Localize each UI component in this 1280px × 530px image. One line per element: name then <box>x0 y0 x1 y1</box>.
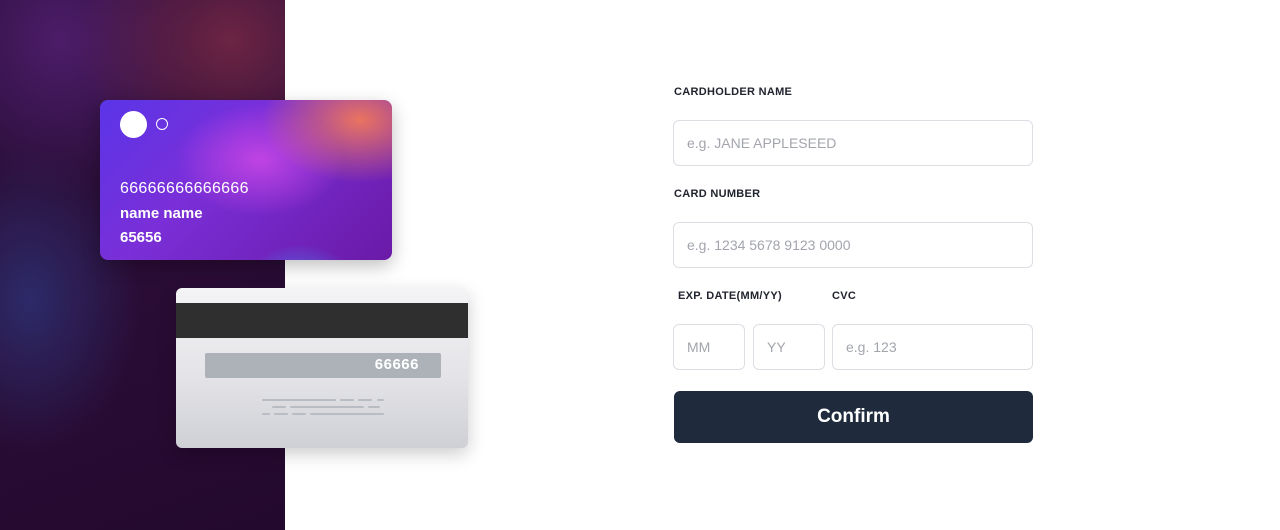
card-logo-large-circle-icon <box>120 111 147 138</box>
card-number-input[interactable] <box>673 222 1033 268</box>
card-expiry-display: 65656 <box>120 229 162 246</box>
card-logo-small-circle-icon <box>156 118 168 130</box>
cvc-input[interactable] <box>832 324 1033 370</box>
exp-date-label: EXP. DATE(MM/YY) <box>678 290 783 302</box>
card-back: 66666 <box>176 288 468 448</box>
confirm-button[interactable]: Confirm <box>674 391 1033 443</box>
card-front: 66666666666666 name name 65656 <box>100 100 392 260</box>
cvc-label: CVC <box>832 290 857 302</box>
card-name-display: name name <box>120 205 203 222</box>
card-number-display: 66666666666666 <box>120 180 249 197</box>
card-number-label: CARD NUMBER <box>674 188 761 200</box>
cardholder-name-label: CARDHOLDER NAME <box>674 86 793 98</box>
card-cvc-display: 66666 <box>374 356 419 373</box>
signature-strip: 66666 <box>205 353 441 378</box>
decorative-side-panel <box>0 0 285 530</box>
magnetic-stripe <box>176 303 468 338</box>
exp-year-input[interactable] <box>753 324 825 370</box>
cardholder-name-input[interactable] <box>673 120 1033 166</box>
page: 66666666666666 name name 65656 66666 CAR… <box>0 0 1280 530</box>
exp-month-input[interactable] <box>673 324 745 370</box>
card-fine-print-lines <box>262 399 384 417</box>
